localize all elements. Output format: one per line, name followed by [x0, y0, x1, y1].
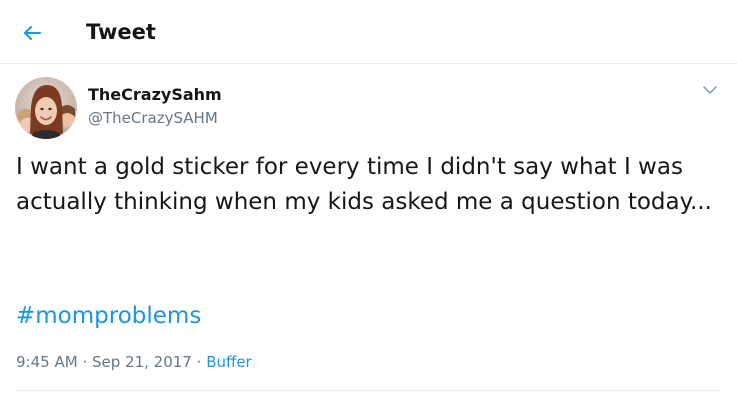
chevron-down-icon	[703, 85, 717, 94]
avatar-photo	[15, 77, 77, 139]
meta-separator: ·	[82, 353, 88, 371]
tweet-source-link[interactable]: Buffer	[206, 353, 252, 371]
tweet-text: I want a gold sticker for every time I d…	[16, 154, 712, 215]
tweet-metadata: 9:45 AM · Sep 21, 2017 · Buffer	[16, 352, 252, 372]
page-header: Tweet	[0, 0, 737, 64]
author-name[interactable]: TheCrazySahm	[88, 85, 222, 105]
tweet-date[interactable]: Sep 21, 2017	[92, 353, 192, 371]
divider	[16, 390, 721, 391]
meta-separator: ·	[196, 353, 202, 371]
hashtag-link[interactable]: #momproblems	[16, 299, 201, 334]
tweet-page: Tweet TheCrazySahm @TheCrazySAHM I want …	[0, 0, 737, 415]
back-button[interactable]	[14, 14, 52, 52]
author-handle[interactable]: @TheCrazySAHM	[88, 108, 218, 128]
tweet-time[interactable]: 9:45 AM	[16, 353, 78, 371]
page-title: Tweet	[86, 20, 156, 44]
tweet-menu-button[interactable]	[698, 80, 722, 100]
avatar[interactable]	[15, 77, 77, 139]
back-arrow-icon	[24, 26, 41, 40]
